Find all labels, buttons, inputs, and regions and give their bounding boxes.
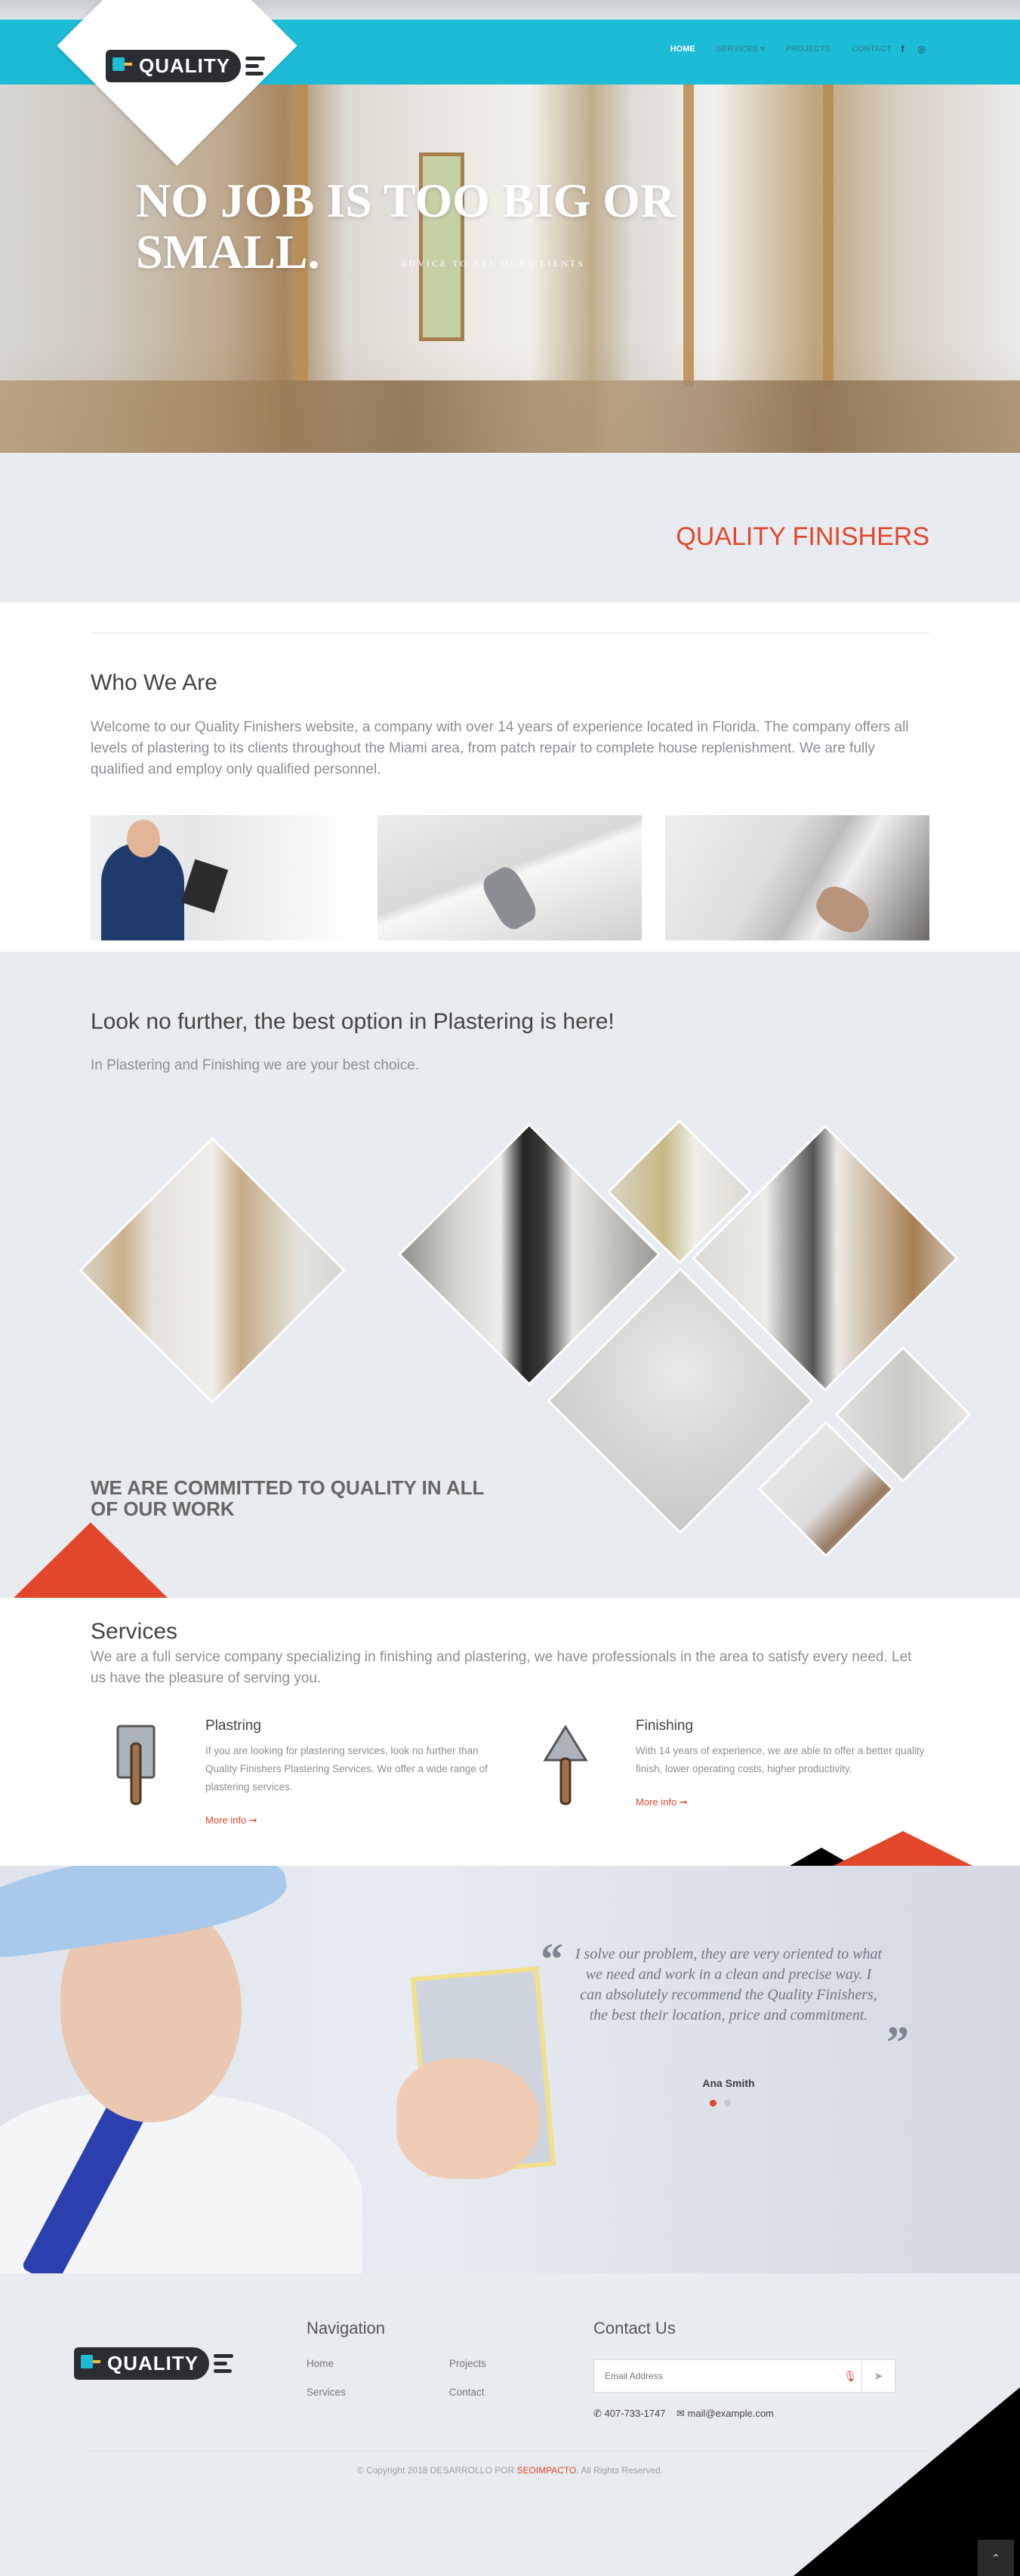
developer-link[interactable]: SEOIMPACTO. [516,2465,578,2476]
footer-contact-title: Contact Us [593,2319,676,2337]
footer-logo[interactable]: QUALITY [74,2347,234,2380]
footer-link-contact[interactable]: Contact [449,2387,485,2398]
logo-badge: QUALITY [106,50,242,82]
services-text: We are a full service company specializi… [91,1649,912,1686]
hero-subtitle: ADVICE TO ALL OUR CLIENTS [400,258,585,269]
service-finishing-text: With 14 years of experience, we are able… [636,1745,925,1774]
gallery-title: Look no further, the best option in Plas… [91,1009,615,1034]
footer-link-services[interactable]: Services [307,2387,346,2398]
phone-icon: ✆ [593,2408,602,2419]
commitment-heading: WE ARE COMMITTED TO QUALITY IN ALL OF OU… [91,1476,484,1520]
footer-nav-title: Navigation [307,2319,385,2337]
facebook-icon[interactable]: f [901,44,904,54]
gallery-diamond-1[interactable] [79,1137,346,1404]
service-finishing-title: Finishing [636,1718,694,1734]
footer-logo-text: QUALITY [107,2352,199,2374]
footer-link-home[interactable]: Home [307,2358,334,2369]
footer-email[interactable]: ✉ mail@example.com [676,2408,774,2420]
chevron-up-icon: ⌃ [991,2551,1000,2564]
nav-projects[interactable]: PROJECTS [786,45,830,54]
services-title: Services [91,1619,178,1644]
service-finishing-more-link[interactable]: More info ➞ [636,1796,688,1808]
plastering-trowel-icon [116,1725,156,1805]
red-triangle-decoration [14,1522,168,1598]
instagram-icon[interactable]: ◎ [918,44,926,54]
gallery-subtitle: In Plastering and Finishing we are your … [91,1057,420,1073]
trowel-icon [112,57,132,71]
who-text: Welcome to our Quality Finishers website… [91,719,909,777]
logo-text: QUALITY [139,54,231,77]
service-plastering-text: If you are looking for plastering servic… [205,1745,488,1793]
worker-photo-2 [377,815,642,940]
testimonial-section: “ I solve our problem, they are very ori… [0,1866,1020,2273]
service-plastering-title: Plastring [205,1718,261,1734]
pager-dot-1[interactable] [710,2100,716,2107]
trowel-icon [81,2355,100,2368]
mail-icon: ✉ [676,2408,685,2419]
main-nav: HOME SERVICES ▾ PROJECTS CONTACT [670,44,892,54]
service-plastering-more-link[interactable]: More info ➞ [205,1814,257,1827]
testimonial-quote: I solve our problem, they are very orien… [575,1946,883,2024]
testimonial-pager [710,2100,731,2107]
finishing-trowel-icon [543,1725,588,1805]
logo-stripes [245,57,266,75]
footer-phone: ✆ 407-733-1747 [593,2408,666,2419]
divider [91,632,929,633]
worker-photo-1 [91,815,355,940]
microphone-icon[interactable]: 🎙 [839,2370,861,2383]
quality-finishers-band: QUALITY FINISHERS [0,453,1020,602]
nav-contact[interactable]: CONTACT [852,45,892,54]
back-to-top-button[interactable]: ⌃ [978,2540,1014,2576]
who-title: Who We Are [91,670,217,695]
nav-services[interactable]: SERVICES ▾ [716,44,765,54]
nav-home[interactable]: HOME [670,45,695,54]
testimonial-author: Ana Smith [702,2077,755,2089]
band-title: QUALITY FINISHERS [676,522,929,551]
worker-photo-3 [665,815,929,940]
footer-logo-badge: QUALITY [74,2347,210,2380]
site-logo[interactable]: QUALITY [106,50,266,82]
social-links: f ◎ [901,44,926,54]
red-triangle-decoration-2 [834,1831,972,1866]
gallery-section: Look no further, the best option in Plas… [0,952,1020,1598]
footer: QUALITY Navigation Home Projects Service… [0,2273,1020,2576]
pager-dot-2[interactable] [724,2100,731,2107]
footer-link-projects[interactable]: Projects [449,2358,486,2369]
open-quote-icon: “ [541,1934,563,1984]
close-quote-icon: ” [886,2017,909,2067]
